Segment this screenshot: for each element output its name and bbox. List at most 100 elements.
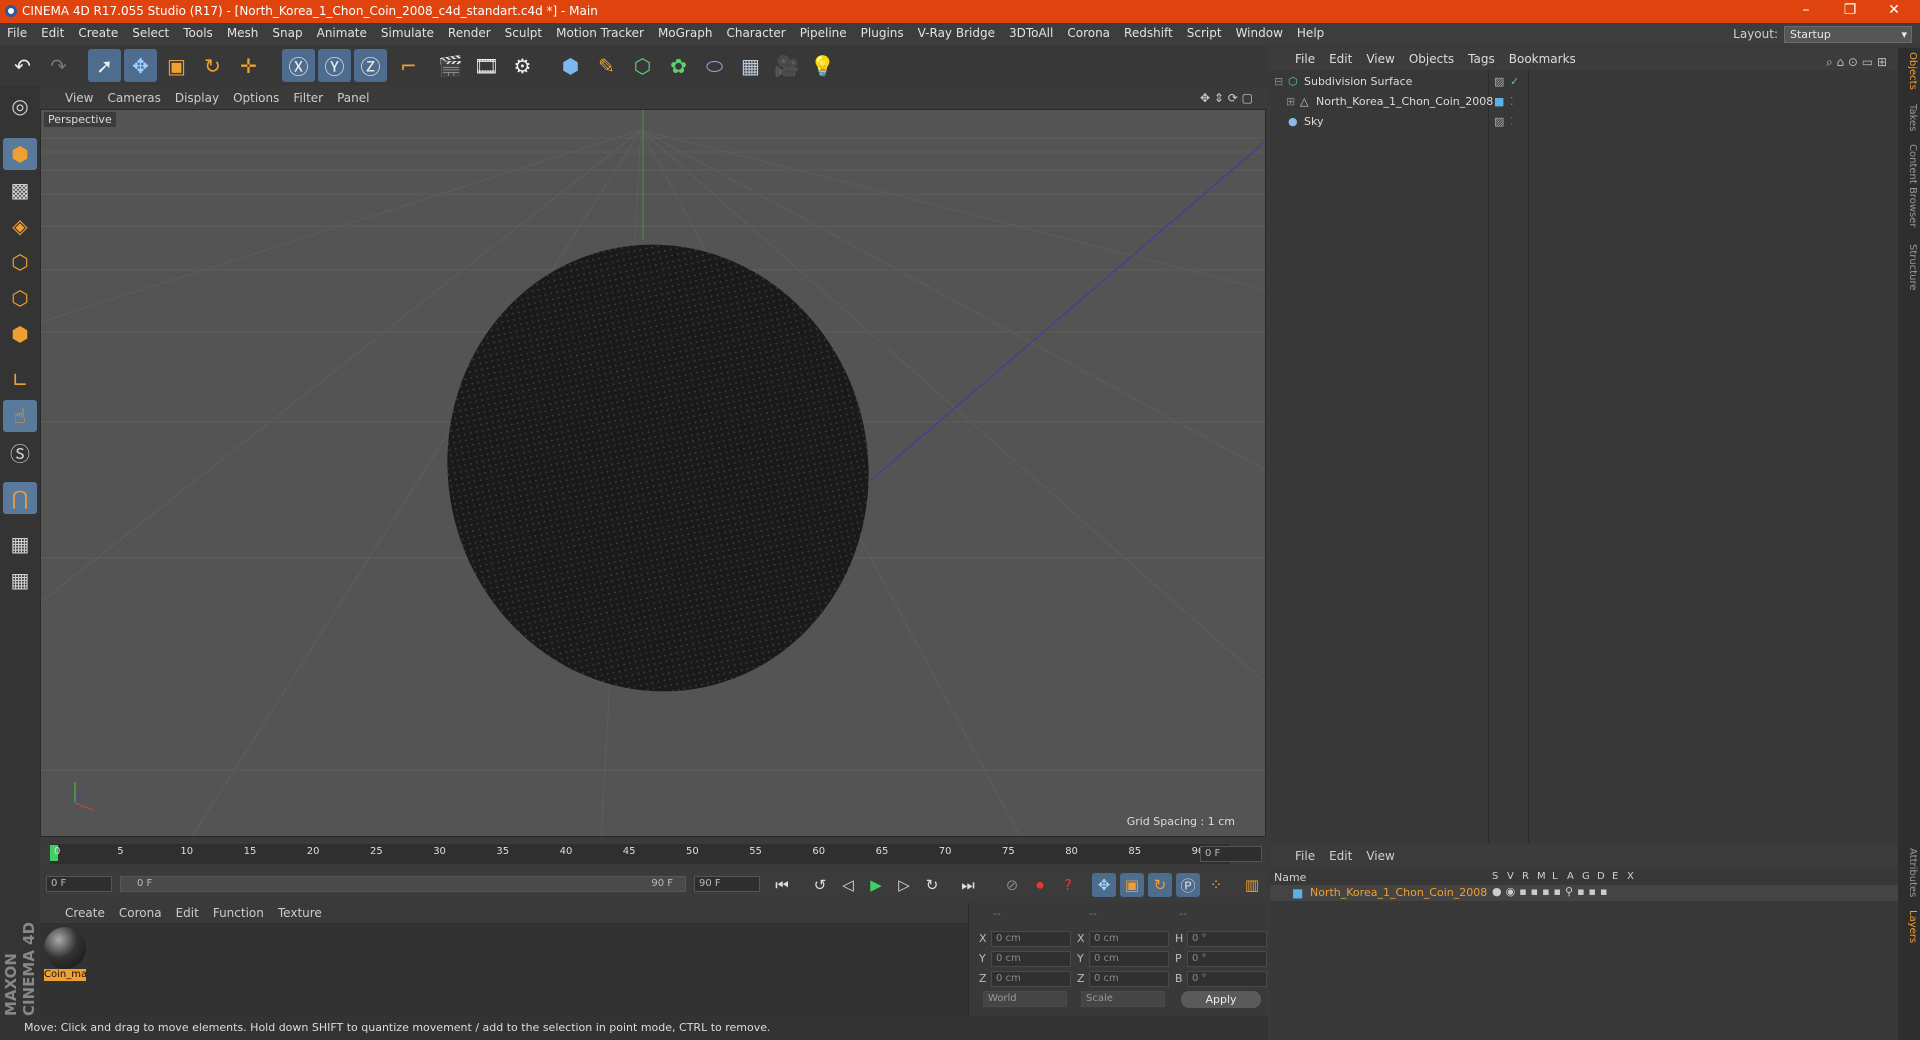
x-axis-lock-icon[interactable]: Ⓧ xyxy=(282,49,315,82)
floor-icon[interactable]: ▦ xyxy=(734,49,767,82)
end-frame-field[interactable]: 90 F xyxy=(694,876,760,892)
current-frame-field[interactable]: 0 F xyxy=(1200,846,1262,862)
material-tag-icon[interactable]: ■ xyxy=(1494,92,1504,112)
menu-select[interactable]: Select xyxy=(125,23,176,40)
layer-dot-icon[interactable]: ⁚ xyxy=(1510,112,1514,132)
object-row-subdivision-surface[interactable]: ⊟ ⬡ Subdivision Surface ▨ ✓ xyxy=(1270,72,1898,92)
coord-value-field[interactable]: 0 cm xyxy=(1089,931,1169,947)
key-pla-icon[interactable]: ⁘ xyxy=(1204,873,1228,897)
next-frame-icon[interactable]: ▷ xyxy=(892,873,916,897)
coord-mode-dropdown[interactable]: World xyxy=(983,991,1067,1007)
coord-value-field[interactable]: 0 cm xyxy=(1089,971,1169,987)
menu-sculpt[interactable]: Sculpt xyxy=(498,23,549,40)
texture-mode-icon[interactable]: ▩ xyxy=(3,174,37,206)
layer-column-header[interactable]: X xyxy=(1627,871,1634,882)
object-menu-view[interactable]: View xyxy=(1359,48,1401,70)
viewport-menu-filter[interactable]: Filter xyxy=(286,88,330,108)
material-menu-create[interactable]: Create xyxy=(58,903,112,923)
coord-scale-dropdown[interactable]: Scale xyxy=(1081,991,1165,1007)
timeline-track[interactable] xyxy=(50,844,1230,864)
layer-column-header[interactable]: A xyxy=(1567,871,1574,882)
coordinate-system-icon[interactable]: ⌐ xyxy=(392,49,425,82)
go-to-end-icon[interactable]: ⏭ xyxy=(956,873,980,897)
coord-value-field[interactable]: 0 ° xyxy=(1187,931,1267,947)
viewport-menu-display[interactable]: Display xyxy=(168,88,226,108)
menu-script[interactable]: Script xyxy=(1180,23,1229,40)
axis-mode-icon[interactable]: ∟ xyxy=(3,364,37,396)
start-frame-field[interactable]: 0 F xyxy=(46,876,112,892)
timeline-ruler[interactable]: 0 5 10 15 20 25 30 35 40 45 50 55 60 65 70 75 80 85 90 0 F xyxy=(40,842,1266,866)
move-tool-icon[interactable]: ✥ xyxy=(124,49,157,82)
menu-plugins[interactable]: Plugins xyxy=(854,23,911,40)
layer-column-header[interactable]: E xyxy=(1612,871,1618,882)
material-swatch[interactable]: Coin_mat xyxy=(44,927,86,981)
y-axis-lock-icon[interactable]: Ⓨ xyxy=(318,49,351,82)
coord-value-field[interactable]: 0 ° xyxy=(1187,971,1267,987)
menu-simulate[interactable]: Simulate xyxy=(374,23,441,40)
coord-value-field[interactable]: 0 cm xyxy=(991,951,1071,967)
key-position-icon[interactable]: ✥ xyxy=(1092,873,1116,897)
polygons-mode-icon[interactable]: ⬢ xyxy=(3,318,37,350)
viewport-menu-panel[interactable]: Panel xyxy=(330,88,376,108)
autokey-icon[interactable]: ⏺ xyxy=(1028,873,1052,897)
key-parameter-icon[interactable]: Ⓟ xyxy=(1176,873,1200,897)
tweak-mode-icon[interactable]: ☝ xyxy=(3,400,37,432)
object-menu-file[interactable]: File xyxy=(1288,48,1322,70)
object-menu-edit[interactable]: Edit xyxy=(1322,48,1359,70)
tab-takes[interactable]: Takes xyxy=(1900,104,1918,131)
camera-icon[interactable]: 🎥 xyxy=(770,49,803,82)
layer-column-header[interactable]: M xyxy=(1537,871,1546,882)
menu-pipeline[interactable]: Pipeline xyxy=(793,23,854,40)
material-menu-texture[interactable]: Texture xyxy=(271,903,329,923)
rotate-tool-icon[interactable]: ↻ xyxy=(196,49,229,82)
workplane-lock-icon[interactable]: ▦ xyxy=(3,528,37,560)
layer-column-header[interactable]: G xyxy=(1582,871,1590,882)
key-scale-icon[interactable]: ▣ xyxy=(1120,873,1144,897)
z-axis-lock-icon[interactable]: Ⓩ xyxy=(354,49,387,82)
layer-column-header[interactable]: V xyxy=(1507,871,1514,882)
add-move-icon[interactable]: ✛ xyxy=(232,49,265,82)
object-search-icon[interactable]: ⌕ ⌂ ⊙ ▭ ⊞ xyxy=(1819,51,1894,74)
menu-render[interactable]: Render xyxy=(441,23,498,40)
grid-snap-icon[interactable]: ▦ xyxy=(3,564,37,596)
tab-content-browser[interactable]: Content Browser xyxy=(1900,144,1918,227)
expand-icon[interactable]: ⊟ xyxy=(1274,72,1283,92)
snap-icon[interactable]: Ⓢ xyxy=(3,436,37,468)
maximize-button[interactable]: ❐ xyxy=(1830,2,1870,18)
layer-dot-icon[interactable]: ⁚ xyxy=(1510,92,1514,112)
menu-mesh[interactable]: Mesh xyxy=(220,23,266,40)
material-menu-corona[interactable]: Corona xyxy=(112,903,169,923)
cloner-icon[interactable]: ✿ xyxy=(662,49,695,82)
material-menu-edit[interactable]: Edit xyxy=(169,903,206,923)
menu-snap[interactable]: Snap xyxy=(265,23,309,40)
render-settings-icon[interactable]: ⚙ xyxy=(506,49,539,82)
deformer-icon[interactable]: ⬭ xyxy=(698,49,731,82)
menu-mograph[interactable]: MoGraph xyxy=(651,23,720,40)
menu-vray-bridge[interactable]: V-Ray Bridge xyxy=(911,23,1002,40)
visibility-toggle-icon[interactable]: ▨ xyxy=(1494,72,1504,92)
object-menu-bookmarks[interactable]: Bookmarks xyxy=(1502,48,1583,70)
workplane-mode-icon[interactable]: ◈ xyxy=(3,210,37,242)
redo-icon[interactable]: ↷ xyxy=(42,49,75,82)
layer-column-header[interactable]: L xyxy=(1552,871,1558,882)
menu-3dtoall[interactable]: 3DToAll xyxy=(1002,23,1060,40)
points-mode-icon[interactable]: ⬡ xyxy=(3,246,37,278)
viewport-menu-options[interactable]: Options xyxy=(226,88,286,108)
menu-character[interactable]: Character xyxy=(719,23,792,40)
coord-value-field[interactable]: 0 cm xyxy=(991,971,1071,987)
model-mode-icon[interactable]: ⬢ xyxy=(3,138,37,170)
layout-dropdown[interactable]: Startup xyxy=(1784,25,1912,43)
layer-color-icon[interactable]: ■ xyxy=(1292,886,1303,900)
previous-key-icon[interactable]: ↺ xyxy=(808,873,832,897)
expand-icon[interactable]: ⊞ xyxy=(1286,92,1295,112)
record-keys-icon[interactable]: ⊘ xyxy=(1000,873,1024,897)
menu-window[interactable]: Window xyxy=(1229,23,1290,40)
key-rotation-icon[interactable]: ↻ xyxy=(1148,873,1172,897)
viewport-menu-view[interactable]: View xyxy=(58,88,100,108)
menu-help[interactable]: Help xyxy=(1290,23,1331,40)
visibility-toggle-icon[interactable]: ▨ xyxy=(1494,112,1504,132)
layer-menu-file[interactable]: File xyxy=(1288,845,1322,867)
coin-mesh[interactable] xyxy=(406,205,910,731)
keyframe-selection-icon[interactable]: ? xyxy=(1056,873,1080,897)
layer-row[interactable]: ■ North_Korea_1_Chon_Coin_2008 ●◉▪▪▪▪⚲▪▪… xyxy=(1270,885,1898,901)
